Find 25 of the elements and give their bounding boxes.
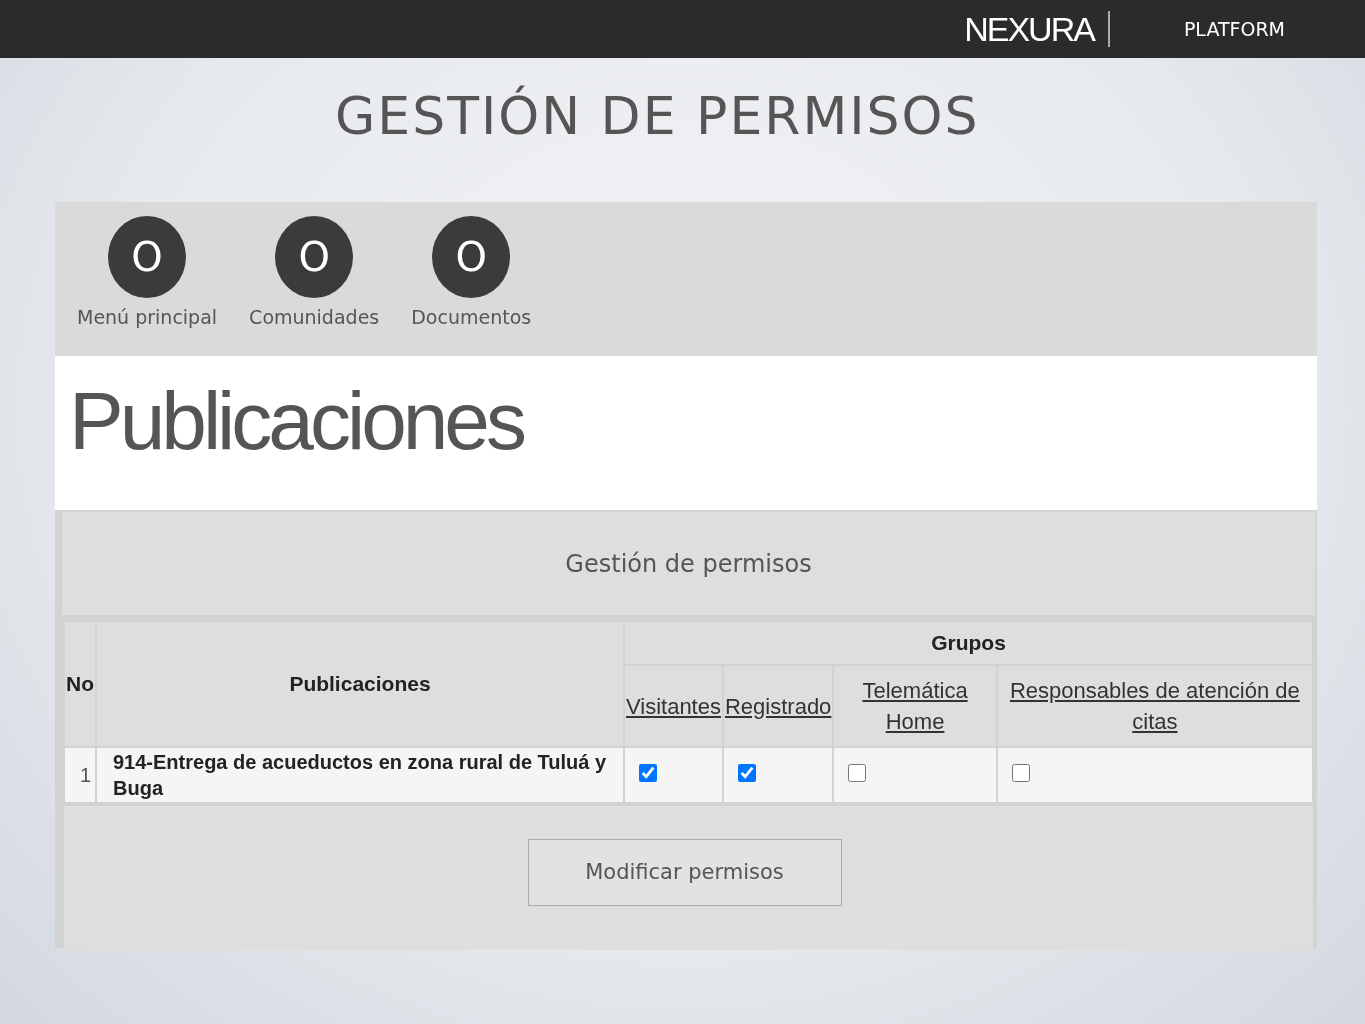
group-link[interactable]: Visitantes [626,690,721,722]
platform-label: PLATFORM [1183,18,1285,40]
group-link[interactable]: Telemática Home [835,675,995,737]
nav-label[interactable]: Menú principal [77,306,218,328]
group-link[interactable]: Responsables de atención de citas [998,675,1311,737]
permission-checkbox[interactable] [1011,763,1030,782]
column-header: Publicaciones [97,622,623,746]
permission-checkbox[interactable] [848,763,867,782]
column-header: Grupos [625,622,1312,664]
publication-cell: 914-Entrega de acueductos en zona rural de Tuluá y Buga [97,748,623,802]
row-number: 1 [65,748,95,802]
permission-checkbox[interactable] [639,763,657,782]
page-heading: Publicaciones [69,374,523,468]
column-header: No [65,622,95,746]
slide-title: GESTIÓN DE PERMISOS [335,86,980,146]
nav-label[interactable]: Comunidades [249,306,380,328]
nexura-logo: NEXURA [964,9,1096,49]
circle-icon[interactable]: O [432,216,511,298]
group-link[interactable]: Registrado [724,690,832,722]
panel-title: Gestión de permisos [565,549,812,578]
circle-icon[interactable]: O [108,216,187,298]
nav-label[interactable]: Documentos [411,306,532,328]
permission-checkbox[interactable] [737,763,756,782]
circle-icon[interactable]: O [275,216,354,298]
modify-permissions-button[interactable]: Modificar permisos [527,838,842,906]
